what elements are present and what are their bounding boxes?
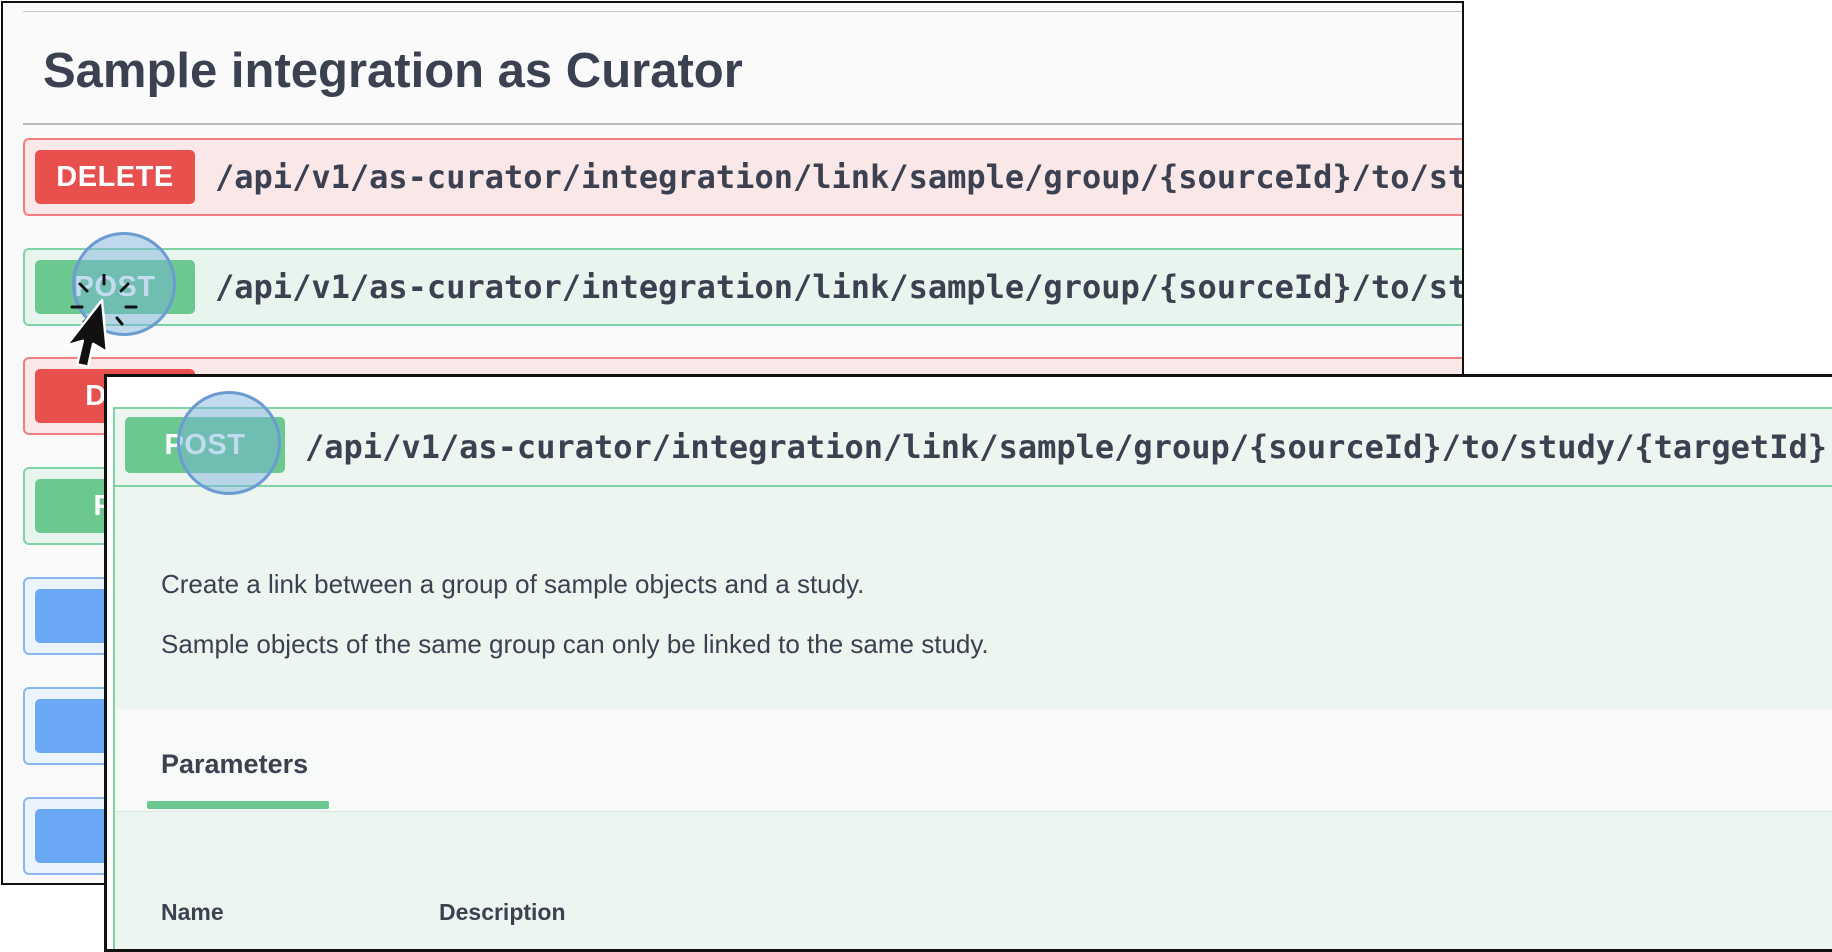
expanded-operation-panel: POST /api/v1/as-curator/integration/link… (104, 374, 1832, 952)
method-badge-delete: DELETE (35, 150, 195, 204)
operation-row-post[interactable]: POST /api/v1/as-curator/integration/link… (23, 248, 1464, 326)
pointer-cursor-icon (65, 274, 138, 368)
operation-path: /api/v1/as-curator/integration/link/samp… (215, 158, 1464, 196)
operation-header[interactable]: POST /api/v1/as-curator/integration/link… (115, 409, 1832, 487)
tab-bar: Parameters (115, 709, 1832, 812)
divider (23, 11, 1462, 12)
operation-row-delete[interactable]: DELETE /api/v1/as-curator/integration/li… (23, 138, 1464, 216)
column-header-description: Description (439, 899, 566, 925)
section-title: Sample integration as Curator (43, 44, 743, 98)
operation-path: /api/v1/as-curator/integration/link/samp… (215, 268, 1464, 306)
tab-parameters[interactable]: Parameters (161, 749, 308, 780)
operation-post-expanded: POST /api/v1/as-curator/integration/link… (113, 407, 1832, 949)
operation-description: Create a link between a group of sample … (161, 569, 865, 599)
operation-path: /api/v1/as-curator/integration/link/samp… (305, 428, 1827, 466)
click-ring (177, 391, 281, 495)
operation-description: Sample objects of the same group can onl… (161, 629, 989, 659)
active-tab-indicator (147, 801, 329, 809)
divider (23, 123, 1462, 125)
column-header-name: Name (161, 899, 224, 925)
